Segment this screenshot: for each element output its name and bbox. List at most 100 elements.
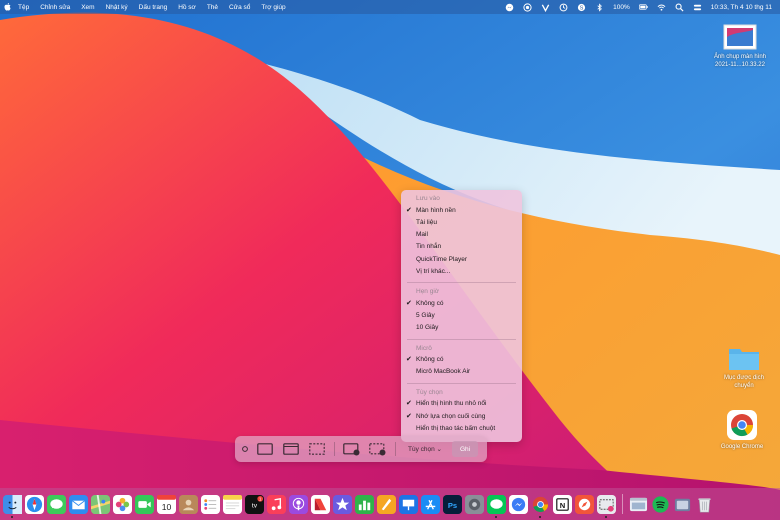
menu-item-file[interactable]: Tệp — [18, 4, 29, 11]
section-header-timer: Hẹn giờ — [416, 288, 440, 296]
option-other-location[interactable]: Vị trí khác... — [401, 266, 522, 278]
option-quicktime[interactable]: QuickTime Player — [401, 254, 522, 266]
option-timer-5s[interactable]: 5 Giây — [401, 310, 522, 322]
dock-calendar[interactable]: 10 — [157, 494, 176, 514]
dock-notes[interactable] — [223, 494, 242, 514]
control-center-icon[interactable] — [693, 3, 702, 12]
menu-item-tab[interactable]: Thẻ — [207, 4, 218, 11]
option-messages[interactable]: Tin nhắn — [401, 241, 522, 253]
dock-compass[interactable] — [575, 494, 594, 514]
dock-podcasts[interactable] — [289, 494, 308, 514]
option-floating-thumbnail[interactable]: ✔ Hiển thị hình thu nhỏ nổi — [401, 398, 522, 410]
dock-apple-tv[interactable]: tv 1 — [245, 494, 264, 514]
capture-selection-button[interactable] — [306, 441, 328, 457]
option-documents[interactable]: Tài liệu — [401, 217, 522, 229]
menu-item-help[interactable]: Trợ giúp — [261, 4, 285, 11]
record-selection-button[interactable] — [367, 441, 389, 457]
dock-mail[interactable] — [69, 494, 88, 514]
dock-safari[interactable] — [25, 494, 44, 514]
messenger-status-icon[interactable] — [505, 3, 514, 12]
dock-contacts[interactable] — [179, 494, 198, 514]
option-mic-none[interactable]: ✔ Không có — [401, 354, 522, 366]
capture-entire-screen-button[interactable] — [254, 441, 276, 457]
apple-menu-icon[interactable] — [4, 3, 12, 12]
finder-icon — [3, 494, 22, 514]
option-timer-10s[interactable]: 10 Giây — [401, 322, 522, 334]
section-header-options: Tùy chọn — [416, 388, 443, 396]
dock-app-store[interactable] — [421, 494, 440, 514]
option-timer-none[interactable]: ✔ Không có — [401, 298, 522, 310]
desktop-folder[interactable]: Mục được dịch chuyển — [708, 344, 780, 390]
search-icon[interactable] — [675, 3, 684, 12]
capture-button[interactable]: Ghi — [452, 441, 479, 457]
option-mail[interactable]: Mail — [401, 229, 522, 241]
dock-system-preferences[interactable] — [465, 494, 484, 514]
menu-item-bookmarks[interactable]: Dấu trang — [139, 4, 168, 11]
option-remember-last[interactable]: ✔ Nhớ lựa chọn cuối cùng — [401, 411, 522, 423]
option-mic-macbook[interactable]: Micrô MacBook Air — [401, 366, 522, 378]
menu-item-profiles[interactable]: Hồ sơ — [178, 4, 196, 11]
record-screen-icon — [343, 442, 360, 455]
dock-notion[interactable]: N — [553, 494, 572, 514]
option-label: Hiển thị thao tác bấm chuột — [416, 424, 496, 432]
menu-item-window[interactable]: Cửa sổ — [229, 4, 250, 11]
dock-photoshop[interactable]: Ps — [443, 494, 462, 514]
dock-line[interactable] — [487, 494, 506, 518]
dock-trash[interactable] — [695, 495, 714, 514]
dock-facetime[interactable] — [135, 494, 154, 514]
chrome-label: Google Chrome — [720, 444, 764, 450]
dock-messages[interactable] — [47, 494, 66, 514]
dock-photos[interactable] — [113, 494, 132, 514]
svg-text:S: S — [580, 5, 584, 11]
dock-news[interactable] — [311, 494, 330, 514]
dock-downloads[interactable] — [673, 495, 692, 514]
running-indicator — [495, 515, 497, 518]
running-indicator — [11, 515, 13, 518]
screenshot-file-label-line1: Ảnh chụp màn hình — [713, 54, 767, 60]
dock-keynote[interactable] — [399, 494, 418, 514]
desktop-screenshot-file[interactable]: Ảnh chụp màn hình 2021-11...10.33.22 — [700, 24, 780, 69]
record-entire-screen-button[interactable] — [341, 441, 363, 457]
dock-finder[interactable] — [3, 494, 22, 518]
option-label: Không có — [416, 299, 444, 307]
dock-chrome[interactable] — [531, 495, 550, 518]
mail-icon — [69, 494, 88, 514]
option-label: Micrô MacBook Air — [416, 368, 471, 376]
dock-spotify[interactable] — [651, 495, 670, 514]
svg-text:N: N — [560, 500, 565, 509]
bluetooth-icon[interactable] — [595, 2, 604, 12]
skype-status-icon[interactable]: S — [577, 3, 586, 12]
sync-status-icon[interactable] — [559, 3, 568, 12]
vpn-status-icon[interactable] — [541, 3, 550, 12]
photoshop-icon: Ps — [443, 494, 462, 514]
dock-arcade[interactable] — [333, 494, 352, 514]
dock-numbers[interactable] — [355, 494, 374, 514]
close-toolbar-button[interactable] — [240, 441, 250, 457]
desktop-chrome-app[interactable]: Google Chrome — [704, 410, 780, 451]
notion-icon: N — [553, 494, 572, 514]
option-label: 5 Giây — [416, 312, 435, 320]
menu-bar-clock[interactable]: 10:33, Th 4 10 thg 11 — [711, 4, 772, 11]
dock-messenger[interactable] — [509, 494, 528, 514]
option-label: QuickTime Player — [416, 255, 468, 263]
menu-item-edit[interactable]: Chỉnh sửa — [40, 4, 70, 11]
options-dropdown-button[interactable]: Tùy chọn ⌄ — [402, 441, 448, 457]
option-show-clicks[interactable]: Hiển thị thao tác bấm chuột — [401, 423, 522, 435]
menu-item-view[interactable]: Xem — [81, 4, 94, 11]
calendar-day-number: 10 — [162, 502, 172, 512]
dock-finder-window[interactable] — [629, 495, 648, 514]
dock-music[interactable] — [267, 494, 286, 514]
dock-maps[interactable] — [91, 494, 110, 514]
menu-item-history[interactable]: Nhật ký — [106, 4, 128, 11]
dock-reminders[interactable] — [201, 494, 220, 514]
dock-pages[interactable] — [377, 494, 396, 514]
capture-window-button[interactable] — [280, 441, 302, 457]
record-status-icon[interactable] — [523, 2, 532, 12]
messenger-icon — [509, 494, 528, 514]
chrome-icon — [727, 410, 757, 440]
battery-icon[interactable] — [638, 3, 648, 12]
wifi-icon[interactable] — [657, 3, 666, 12]
option-desktop[interactable]: ✔ Màn hình nền — [401, 205, 522, 217]
dock-screenshot-app[interactable] — [597, 494, 616, 518]
svg-text:Ps: Ps — [448, 500, 457, 509]
